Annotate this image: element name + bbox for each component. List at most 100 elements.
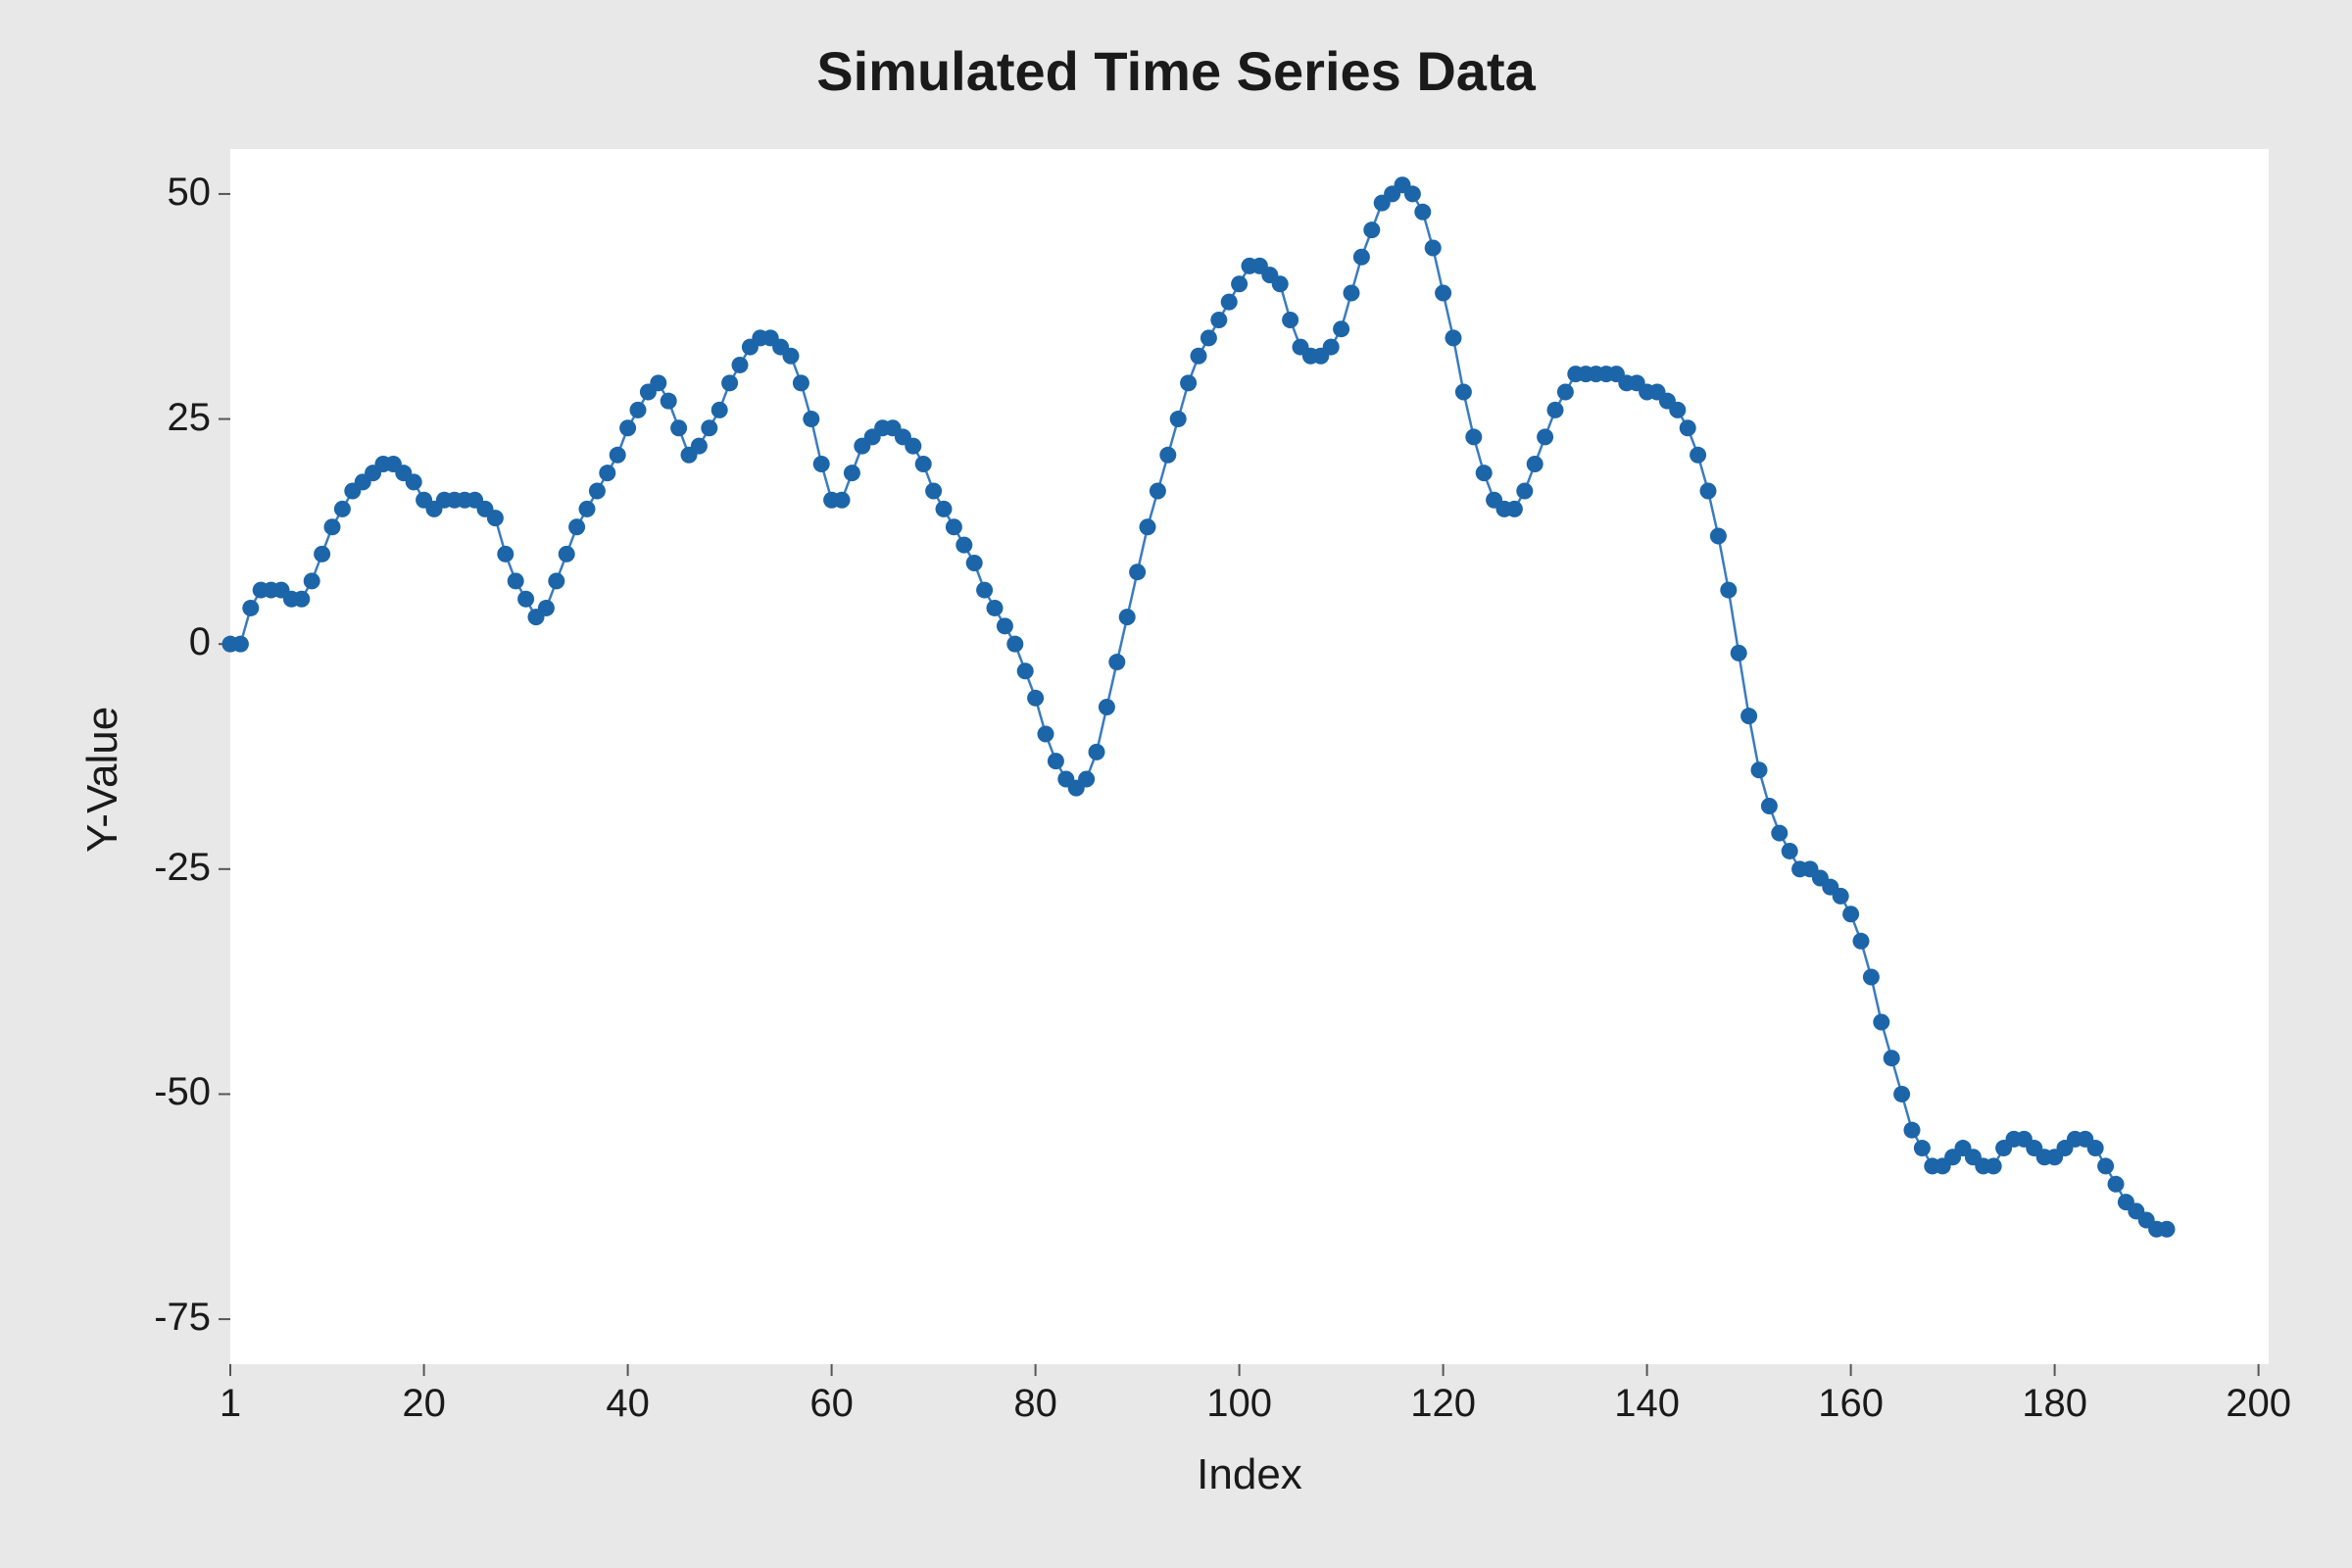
x-tick-label: 100	[1200, 1382, 1279, 1426]
data-point	[1720, 582, 1737, 599]
data-point	[721, 374, 738, 391]
data-point	[2087, 1140, 2104, 1156]
data-point	[946, 518, 962, 535]
chart-container: Simulated Time Series Data Y-Value Index…	[0, 0, 2352, 1568]
data-point	[1425, 240, 1442, 257]
data-point	[976, 582, 993, 599]
data-point	[1782, 843, 1798, 859]
x-tick-label: 120	[1404, 1382, 1483, 1426]
data-point	[997, 617, 1013, 634]
data-point	[1200, 329, 1217, 346]
data-point	[691, 438, 708, 455]
data-point	[630, 402, 647, 418]
data-point	[1089, 744, 1105, 760]
data-point	[1446, 329, 1462, 346]
data-point	[1751, 761, 1768, 778]
data-point	[1006, 636, 1023, 653]
data-point	[1700, 483, 1717, 500]
data-point	[1435, 284, 1451, 301]
x-tick-label: 1	[191, 1382, 270, 1426]
data-point	[1537, 428, 1553, 445]
data-point	[334, 501, 351, 517]
data-point	[1414, 204, 1431, 220]
data-point	[650, 374, 666, 391]
data-point	[487, 510, 504, 526]
data-point	[1170, 411, 1187, 427]
data-point	[1108, 654, 1125, 670]
data-point	[1038, 726, 1054, 743]
data-point	[497, 546, 514, 563]
data-point	[1150, 483, 1166, 500]
data-point	[1863, 969, 1880, 986]
data-point	[579, 501, 596, 517]
data-point	[517, 591, 534, 608]
data-point	[508, 572, 524, 589]
data-point	[1231, 275, 1248, 292]
data-point	[314, 546, 330, 563]
data-point	[2097, 1157, 2114, 1174]
data-point	[1272, 275, 1289, 292]
data-point	[548, 572, 564, 589]
data-point	[783, 348, 800, 365]
data-point	[1404, 185, 1421, 202]
data-point	[324, 518, 341, 535]
data-point	[619, 419, 636, 436]
data-point	[1506, 501, 1523, 517]
x-tick-label: 40	[589, 1382, 667, 1426]
data-point	[2159, 1221, 2176, 1238]
data-point	[1761, 798, 1778, 814]
x-tick-label: 140	[1608, 1382, 1687, 1426]
y-tick-label: -75	[154, 1296, 211, 1340]
data-point	[1333, 320, 1349, 337]
data-point	[1710, 527, 1727, 544]
y-tick-label: -50	[154, 1070, 211, 1114]
y-tick-label: -25	[154, 846, 211, 890]
data-point	[1465, 428, 1482, 445]
data-point	[1893, 1086, 1910, 1102]
data-point	[1344, 284, 1360, 301]
data-point	[1985, 1157, 2002, 1174]
data-point	[1904, 1122, 1921, 1139]
data-point	[803, 411, 819, 427]
data-point	[1353, 249, 1370, 266]
x-tick-label: 160	[1812, 1382, 1890, 1426]
data-point	[232, 636, 249, 653]
data-point	[610, 447, 626, 464]
data-point	[936, 501, 953, 517]
data-point	[1282, 312, 1298, 328]
data-point	[793, 374, 809, 391]
data-point	[915, 456, 932, 472]
data-point	[905, 438, 921, 455]
data-point	[1140, 518, 1156, 535]
data-point	[1516, 483, 1533, 500]
x-tick-label: 60	[793, 1382, 871, 1426]
x-tick-label: 200	[2220, 1382, 2298, 1426]
data-point	[1842, 906, 1859, 922]
data-point	[813, 456, 830, 472]
data-point	[844, 465, 860, 481]
data-point	[1078, 770, 1095, 787]
data-point	[1476, 465, 1493, 481]
data-point	[1771, 825, 1788, 842]
data-point	[1914, 1140, 1931, 1156]
data-point	[1221, 294, 1238, 311]
data-point	[293, 591, 310, 608]
data-point	[1017, 662, 1034, 679]
data-point	[599, 465, 615, 481]
x-tick-label: 80	[997, 1382, 1075, 1426]
data-point	[966, 555, 983, 571]
y-axis-label: Y-Value	[78, 707, 127, 853]
data-point	[559, 546, 575, 563]
data-point	[1027, 690, 1044, 707]
data-point	[1680, 419, 1696, 436]
data-point	[1873, 1013, 1889, 1030]
data-point	[1099, 699, 1115, 715]
plot-svg	[0, 0, 2352, 1568]
data-point	[568, 518, 585, 535]
data-point	[1884, 1050, 1900, 1066]
data-point	[670, 419, 687, 436]
data-point	[1669, 402, 1686, 418]
data-point	[304, 572, 320, 589]
data-point	[711, 402, 728, 418]
data-point	[1557, 384, 1574, 401]
